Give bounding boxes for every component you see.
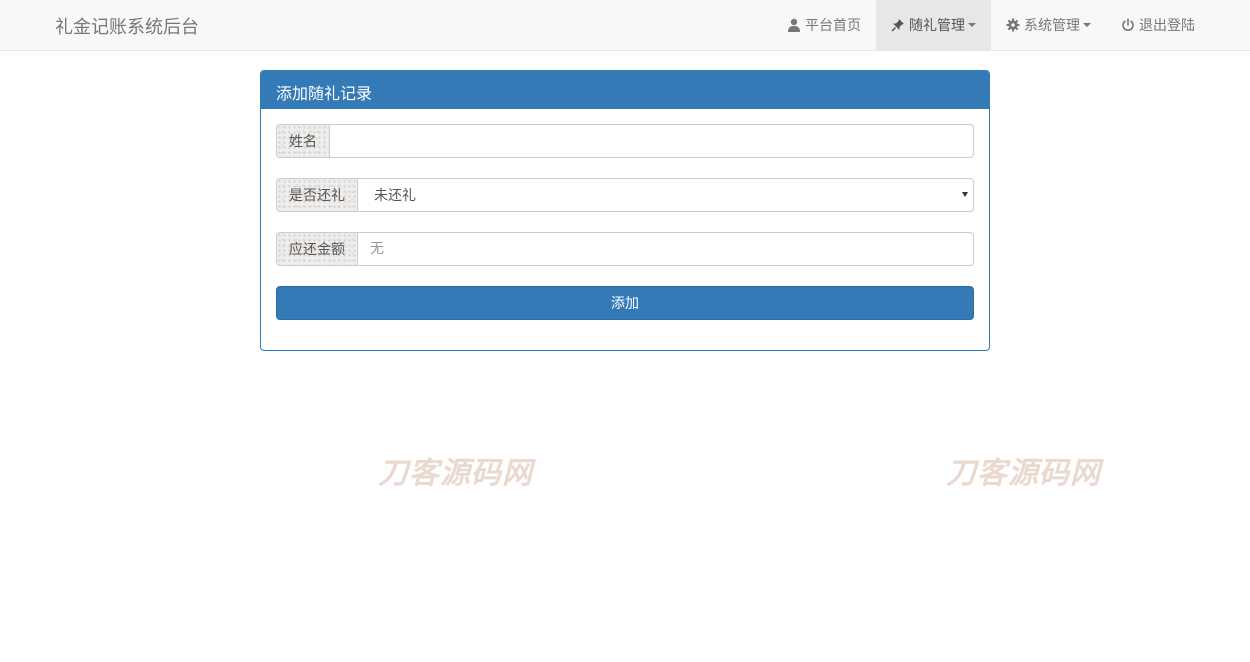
- caret-down-icon: [968, 23, 976, 27]
- name-label: 姓名: [276, 124, 329, 158]
- panel-title: 添加随礼记录: [261, 71, 989, 109]
- add-button[interactable]: 添加: [276, 286, 974, 320]
- nav-item-label: 系统管理: [1024, 18, 1080, 34]
- name-input[interactable]: [329, 124, 974, 158]
- caret-down-icon: [1083, 23, 1091, 27]
- name-input-group: 姓名: [276, 124, 974, 158]
- nav-item-home[interactable]: 平台首页: [772, 0, 876, 50]
- gear-icon: [1006, 18, 1020, 32]
- user-icon: [788, 18, 800, 32]
- nav-item-label: 退出登陆: [1139, 18, 1195, 34]
- nav-item-label: 随礼管理: [909, 18, 965, 34]
- amount-input[interactable]: [357, 232, 974, 266]
- navbar: 礼金记账系统后台 平台首页 随礼管理 系统管理 退出登陆: [0, 0, 1250, 51]
- returned-select-value: 未还礼: [357, 178, 974, 212]
- amount-label: 应还金额: [276, 232, 357, 266]
- panel-body: 姓名 是否还礼 未还礼 应还金额 添加: [261, 109, 989, 335]
- watermark-text: 刀客源码网: [946, 456, 1101, 491]
- watermark-text: 刀客源码网: [378, 456, 533, 491]
- nav-item-system-management[interactable]: 系统管理: [991, 0, 1106, 50]
- brand-title[interactable]: 礼金记账系统后台: [55, 13, 199, 39]
- nav-menu: 平台首页 随礼管理 系统管理 退出登陆: [772, 0, 1210, 50]
- amount-input-group: 应还金额: [276, 232, 974, 266]
- returned-select[interactable]: 未还礼: [357, 178, 974, 212]
- nav-item-logout[interactable]: 退出登陆: [1106, 0, 1210, 50]
- nav-item-gift-management[interactable]: 随礼管理: [876, 0, 991, 50]
- pushpin-icon: [891, 19, 904, 32]
- add-gift-record-panel: 添加随礼记录 姓名 是否还礼 未还礼 应还金额 添加: [260, 70, 990, 351]
- power-icon: [1122, 18, 1134, 31]
- returned-input-group: 是否还礼 未还礼: [276, 178, 974, 212]
- select-arrow-icon: [962, 192, 968, 197]
- returned-label: 是否还礼: [276, 178, 357, 212]
- nav-item-label: 平台首页: [805, 18, 861, 34]
